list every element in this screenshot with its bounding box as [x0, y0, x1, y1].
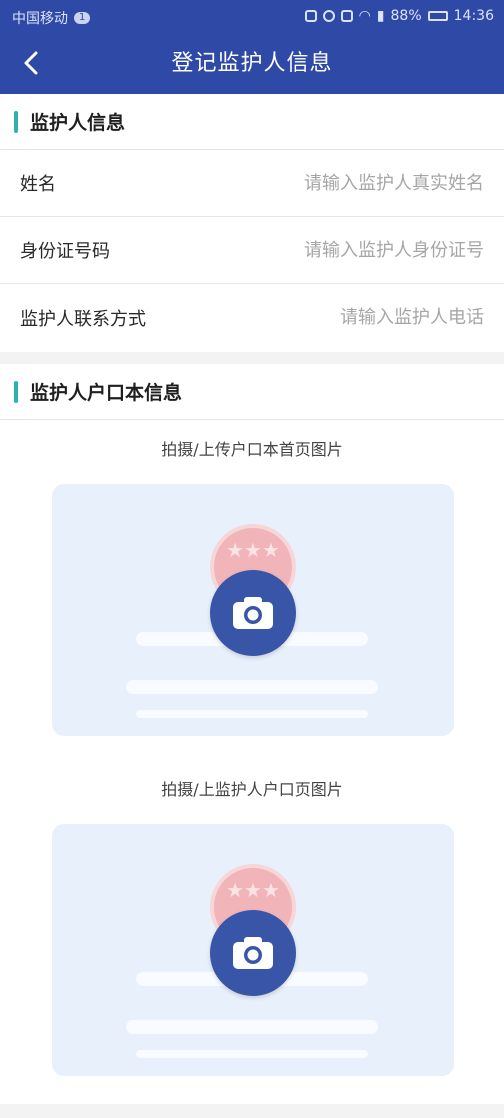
navigation-bar: 登记监护人信息 — [0, 34, 504, 94]
wifi-icon: ◠ — [358, 8, 371, 24]
placeholder-line — [136, 1050, 368, 1058]
clock: 14:36 — [453, 8, 494, 24]
hd-icon — [340, 10, 353, 22]
name-input[interactable] — [274, 172, 484, 194]
placeholder-line — [126, 1020, 378, 1034]
placeholder-line — [126, 680, 378, 694]
alarm-icon — [322, 10, 335, 22]
contact-row: 监护人联系方式 — [0, 284, 504, 351]
household-info-header: 监护人户口本信息 — [0, 364, 504, 420]
id-number-input[interactable] — [274, 239, 484, 261]
contact-label: 监护人联系方式 — [20, 308, 146, 330]
upload-guardian-page-title: 拍摄/上监护人户口页图片 — [161, 780, 343, 799]
camera-icon — [233, 937, 273, 969]
star-icon: ★★★ — [226, 878, 280, 902]
guardian-info-card: 监护人信息 姓名 身份证号码 监护人联系方式 — [0, 94, 504, 352]
page-title: 登记监护人信息 — [171, 51, 333, 76]
household-info-card: 监护人户口本信息 拍摄/上传户口本首页图片 ★★★ 拍摄/上监护人户口页图片 ★… — [0, 364, 504, 1104]
vibrate-icon — [304, 10, 317, 22]
sim-badge: 1 — [74, 12, 91, 24]
id-number-row: 身份证号码 — [0, 217, 504, 284]
placeholder-line — [136, 710, 368, 718]
id-number-label: 身份证号码 — [20, 241, 110, 262]
guardian-info-header: 监护人信息 — [0, 94, 504, 150]
section-marker — [14, 110, 18, 133]
upload-first-page-box[interactable]: ★★★ — [52, 484, 454, 736]
upload-first-page-title: 拍摄/上传户口本首页图片 — [161, 440, 343, 459]
household-info-title: 监护人户口本信息 — [30, 382, 183, 404]
battery-icon — [427, 11, 448, 21]
name-label: 姓名 — [20, 174, 56, 195]
camera-button[interactable] — [210, 570, 296, 656]
contact-input[interactable] — [304, 307, 484, 328]
signal-icon: ▮ — [376, 8, 385, 24]
carrier-label: 中国移动 — [12, 11, 68, 27]
guardian-info-title: 监护人信息 — [30, 112, 126, 134]
camera-button[interactable] — [210, 910, 296, 996]
upload-guardian-page-box[interactable]: ★★★ — [52, 824, 454, 1076]
section-marker — [14, 380, 18, 403]
battery-percent: 88% — [390, 8, 422, 24]
status-bar: 中国移动 1 ◠ ▮ 88% 14:36 — [0, 0, 504, 34]
name-row: 姓名 — [0, 150, 504, 217]
camera-icon — [233, 597, 273, 629]
star-icon: ★★★ — [226, 538, 280, 562]
